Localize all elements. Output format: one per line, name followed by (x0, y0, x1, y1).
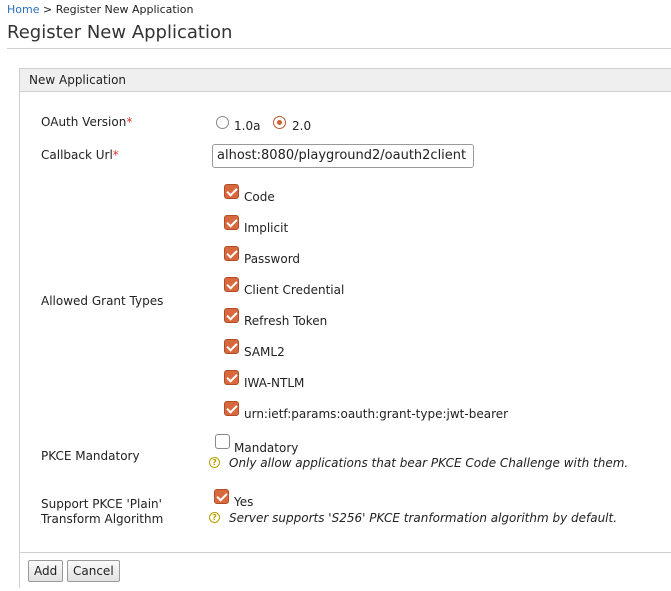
grant-iwa-ntlm-checkbox[interactable] (224, 370, 239, 385)
oauth-version-label: OAuth Version* (41, 115, 132, 129)
grant-password-label: Password (244, 252, 301, 266)
callback-url-label: Callback Url* (41, 148, 119, 162)
grant-jwt-bearer-label: urn:ietf:params:oauth:grant-type:jwt-bea… (244, 407, 509, 421)
pkce-mandatory-option-label: Mandatory (234, 441, 299, 455)
pkce-mandatory-checkbox[interactable] (215, 434, 230, 449)
grant-refresh-token-label: Refresh Token (244, 314, 328, 328)
pkce-plain-option-label: Yes (234, 495, 254, 509)
pkce-plain-label: Support PKCE 'Plain' Transform Algorithm (41, 497, 163, 527)
grant-refresh-token-checkbox[interactable] (224, 308, 239, 323)
pkce-plain-checkbox[interactable] (214, 489, 229, 504)
grant-client-credential-label: Client Credential (244, 283, 345, 297)
form-footer: Add Cancel (20, 552, 671, 589)
oauth-version-1-0a-radio[interactable] (216, 116, 229, 129)
grant-jwt-bearer-checkbox[interactable] (224, 401, 239, 416)
pkce-mandatory-help: Only allow applications that bear PKCE C… (229, 456, 629, 470)
allowed-grant-types-label: Allowed Grant Types (41, 294, 164, 308)
pkce-plain-help: Server supports 'S256' PKCE tranformatio… (229, 511, 618, 525)
grant-client-credential-checkbox[interactable] (224, 277, 239, 292)
breadcrumb-current: Register New Application (55, 3, 194, 16)
grant-implicit-label: Implicit (244, 221, 289, 235)
pkce-mandatory-label: PKCE Mandatory (41, 449, 140, 463)
panel-title: New Application (20, 69, 671, 92)
oauth-version-2-0-label: 2.0 (292, 119, 312, 133)
breadcrumb-separator: > (39, 3, 56, 16)
pkce-plain-label-line2: Transform Algorithm (41, 512, 164, 526)
callback-url-input[interactable]: alhost:8080/playground2/oauth2client (212, 144, 474, 168)
grant-code-checkbox[interactable] (224, 184, 239, 199)
grant-code-label: Code (244, 190, 275, 204)
grant-implicit-checkbox[interactable] (224, 215, 239, 230)
oauth-version-1-0a-label: 1.0a (234, 119, 261, 133)
breadcrumb: Home > Register New Application (7, 3, 193, 16)
pkce-plain-label-line1: Support PKCE 'Plain' (41, 497, 162, 511)
grant-password-checkbox[interactable] (224, 246, 239, 261)
required-mark: * (126, 115, 133, 129)
oauth-version-2-0-radio[interactable] (273, 116, 286, 129)
cancel-button[interactable]: Cancel (67, 560, 120, 582)
callback-url-label-text: Callback Url (41, 148, 113, 162)
add-button[interactable]: Add (28, 560, 64, 582)
oauth-version-label-text: OAuth Version (41, 115, 127, 129)
help-icon: ? (209, 457, 220, 468)
required-mark: * (112, 148, 119, 162)
page-title: Register New Application (7, 22, 671, 49)
breadcrumb-home-link[interactable]: Home (7, 3, 39, 16)
grant-iwa-ntlm-label: IWA-NTLM (244, 376, 305, 390)
grant-saml2-label: SAML2 (244, 345, 285, 359)
new-application-panel: New Application OAuth Version* 1.0a 2.0 … (19, 68, 671, 589)
grant-saml2-checkbox[interactable] (224, 339, 239, 354)
help-icon: ? (209, 512, 220, 523)
